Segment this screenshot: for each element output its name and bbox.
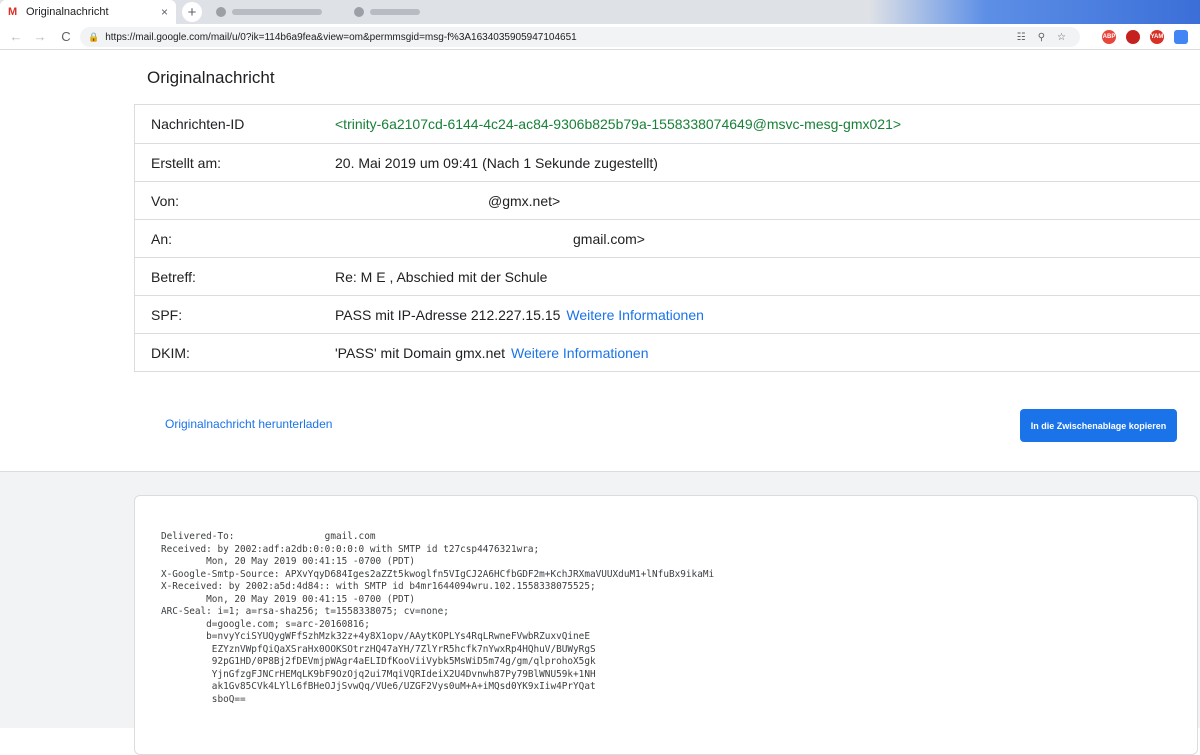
row-label: SPF: (151, 306, 183, 323)
row-subject: Betreff: Re: M E , Abschied mit der Schu… (135, 257, 1200, 295)
row-to: An: gmail.com> (135, 219, 1200, 257)
dkim-more-info-link[interactable]: Weitere Informationen (511, 345, 648, 361)
row-label: Erstellt am: (151, 154, 222, 171)
row-from: Von: @gmx.net> (135, 181, 1200, 219)
tab-bar-background (870, 0, 1200, 24)
tab-title-blurred (232, 9, 322, 15)
to-value: gmail.com> (573, 230, 645, 247)
tab-originalnachricht[interactable]: M Originalnachricht × (0, 0, 176, 24)
browser-toolbar: ← → C 🔒 https://mail.google.com/mail/u/0… (0, 24, 1200, 50)
spf-more-info-link[interactable]: Weitere Informationen (566, 307, 703, 323)
url-text[interactable]: https://mail.google.com/mail/u/0?ik=114b… (105, 32, 577, 43)
new-tab-button[interactable]: + (182, 2, 202, 22)
row-message-id: Nachrichten-ID <trinity-6a2107cd-6144-4c… (135, 105, 1200, 143)
adblock-icon[interactable]: ABP (1102, 30, 1116, 44)
spf-value: PASS mit IP-Adresse 212.227.15.15 (335, 306, 561, 323)
message-id-value: <trinity-6a2107cd-6144-4c24-ac84-9306b82… (335, 116, 902, 132)
tab-favicon-icon (354, 7, 364, 17)
dkim-value: 'PASS' mit Domain gmx.net (335, 344, 506, 361)
page-title: Originalnachricht (147, 68, 275, 87)
tab-title-blurred (370, 9, 420, 15)
translate-icon[interactable]: ☷ (1017, 32, 1026, 43)
background-tab[interactable] (210, 3, 340, 21)
address-bar[interactable]: 🔒 https://mail.google.com/mail/u/0?ik=11… (80, 27, 1080, 47)
tab-title: Originalnachricht (26, 6, 109, 18)
extension-icon[interactable]: YAM (1150, 30, 1164, 44)
row-label: DKIM: (151, 344, 190, 361)
created-at-value: 20. Mai 2019 um 09:41 (Nach 1 Sekunde zu… (335, 154, 658, 171)
row-label: Betreff: (151, 268, 196, 285)
extension-blue-icon[interactable] (1174, 30, 1188, 44)
copy-to-clipboard-button[interactable]: In die Zwischenablage kopieren (1020, 409, 1177, 442)
raw-message-source[interactable]: Delivered-To: gmail.com Received: by 200… (161, 531, 714, 706)
message-metadata-table: Nachrichten-ID <trinity-6a2107cd-6144-4c… (134, 104, 1200, 372)
from-value: @gmx.net> (488, 192, 561, 209)
ublock-icon[interactable] (1126, 30, 1140, 44)
tab-close-icon[interactable]: × (161, 5, 168, 19)
address-bar-icons: ☷ ⚲ ☆ (1017, 32, 1066, 43)
extensions-area: ABP YAM (1102, 30, 1188, 44)
row-label: An: (151, 230, 173, 247)
subject-value: Re: M E , Abschied mit der Schule (335, 268, 548, 285)
download-original-link[interactable]: Originalnachricht herunterladen (165, 417, 332, 431)
bookmark-star-icon[interactable]: ☆ (1057, 32, 1066, 43)
raw-source-card: Delivered-To: gmail.com Received: by 200… (134, 495, 1198, 755)
tab-favicon-icon (216, 7, 226, 17)
row-label: Von: (151, 192, 180, 209)
back-button[interactable]: ← (6, 29, 26, 44)
browser-tab-bar: M Originalnachricht × + (0, 0, 1200, 24)
forward-button[interactable]: → (30, 29, 50, 44)
raw-source-area: Delivered-To: gmail.com Received: by 200… (0, 471, 1200, 755)
reload-button[interactable]: C (56, 29, 76, 44)
zoom-icon[interactable]: ⚲ (1038, 32, 1045, 43)
original-message-header: Originalnachricht Nachrichten-ID <trinit… (0, 50, 1200, 471)
background-tab[interactable] (348, 3, 478, 21)
lock-icon: 🔒 (88, 31, 100, 42)
spf-value-wrap: PASS mit IP-Adresse 212.227.15.15 Weitere… (335, 307, 704, 323)
row-label: Nachrichten-ID (151, 116, 245, 132)
row-spf: SPF: PASS mit IP-Adresse 212.227.15.15 We… (135, 295, 1200, 333)
dkim-value-wrap: 'PASS' mit Domain gmx.net Weitere Informa… (335, 345, 649, 361)
row-created-at: Erstellt am: 20. Mai 2019 um 09:41 (Nach… (135, 143, 1200, 181)
gmail-icon: M (8, 6, 18, 18)
row-dkim: DKIM: 'PASS' mit Domain gmx.net Weitere I… (135, 333, 1200, 371)
